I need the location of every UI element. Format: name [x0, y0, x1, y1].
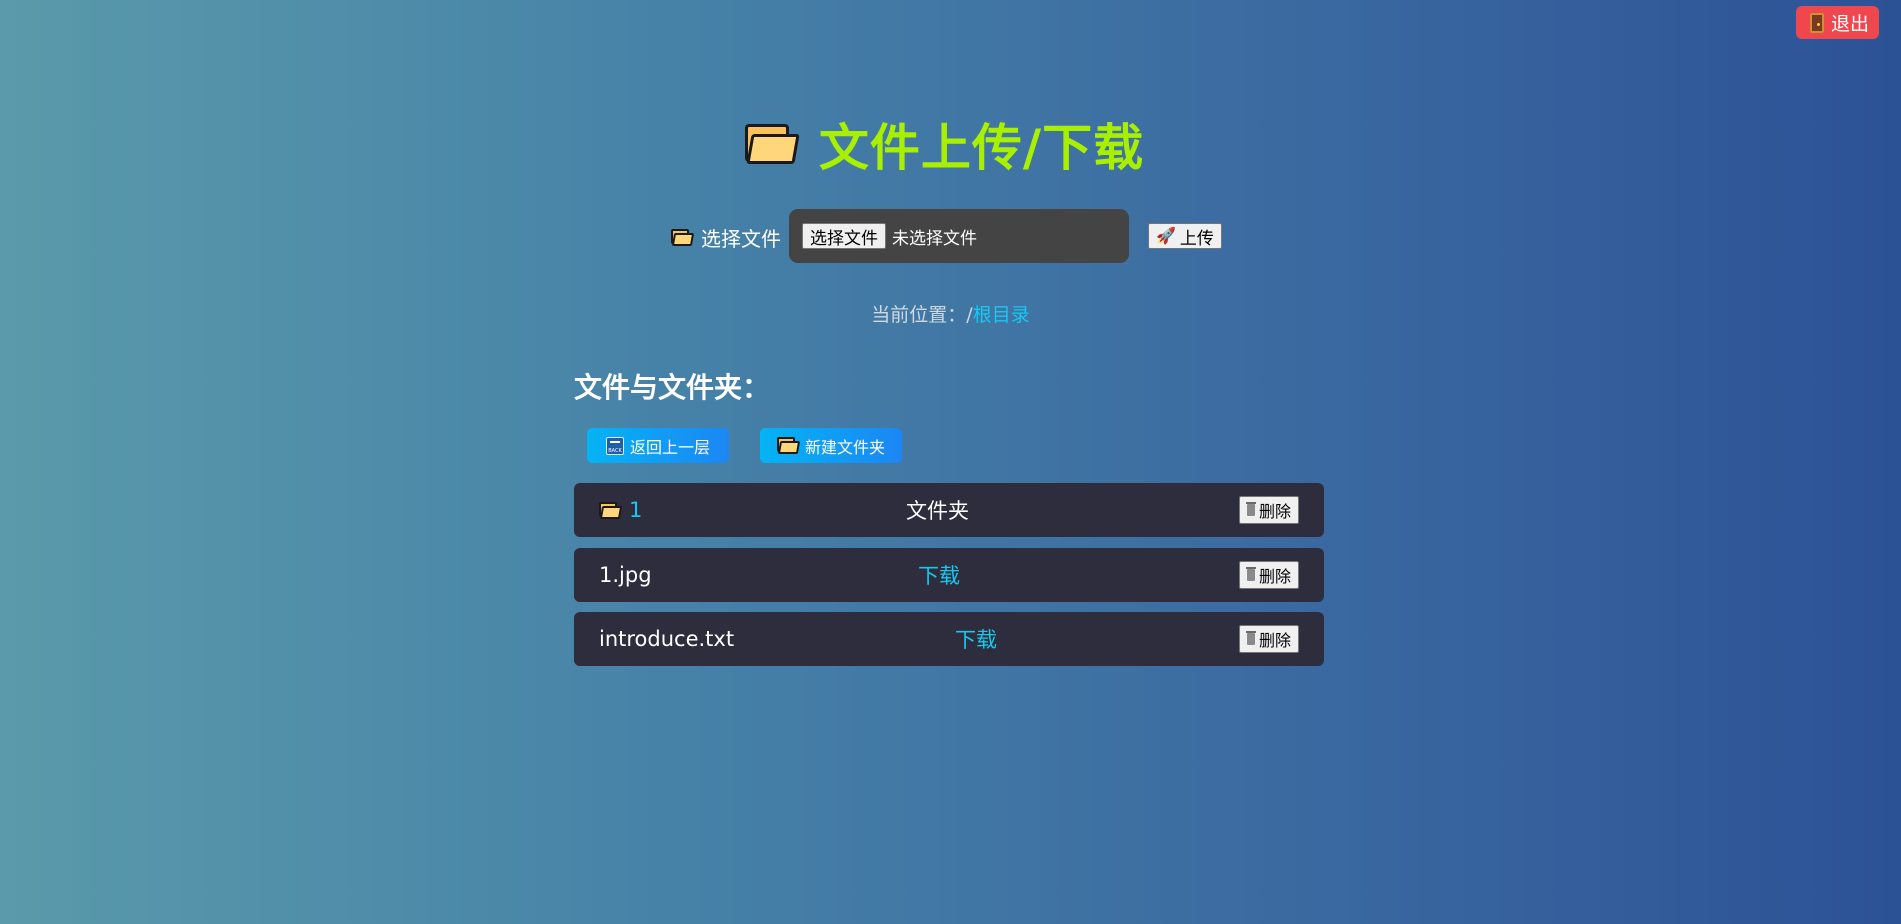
rocket-icon: 🚀	[1156, 226, 1176, 245]
choose-file-label-text: 选择文件	[701, 227, 781, 251]
page-header: 文件上传/下载	[0, 108, 1901, 180]
list-item: 1 文件夹 删除	[574, 483, 1324, 537]
choose-file-button[interactable]: 选择文件	[802, 223, 886, 249]
file-name: 1.jpg	[599, 563, 652, 587]
trash-icon	[1245, 502, 1256, 516]
upload-button-label: 上传	[1179, 228, 1214, 249]
list-item: 1.jpg 下载 删除	[574, 548, 1324, 602]
trash-icon	[1245, 631, 1256, 645]
page-title: 文件上传/下载	[818, 119, 1145, 177]
folder-icon	[744, 124, 800, 164]
delete-button-label: 删除	[1258, 631, 1291, 650]
root-link[interactable]: 根目录	[973, 304, 1030, 326]
new-folder-button[interactable]: 新建文件夹	[760, 428, 902, 463]
choose-file-label: 选择文件	[671, 223, 781, 252]
upload-form: 选择文件 选择文件 未选择文件 🚀 上传	[0, 209, 1901, 263]
folder-icon	[671, 229, 695, 246]
logout-button[interactable]: 退出	[1795, 6, 1879, 39]
list-item: introduce.txt 下载 删除	[574, 612, 1324, 666]
trash-icon	[1245, 567, 1256, 581]
delete-button-label: 删除	[1258, 567, 1291, 586]
file-input: 选择文件 未选择文件	[789, 209, 1129, 263]
file-name: introduce.txt	[599, 627, 735, 651]
breadcrumb: 当前位置：/根目录	[0, 300, 1901, 327]
delete-button[interactable]: 删除	[1238, 496, 1299, 524]
download-link[interactable]: 下载	[918, 548, 960, 602]
back-icon: BACK	[605, 436, 624, 455]
download-link[interactable]: 下载	[955, 612, 997, 666]
folder-link[interactable]: 1	[599, 483, 642, 537]
back-button[interactable]: BACK 返回上一层	[587, 428, 729, 463]
delete-button[interactable]: 删除	[1238, 561, 1299, 589]
folder-icon	[599, 501, 623, 519]
file-type: 文件夹	[906, 499, 969, 523]
delete-button-label: 删除	[1258, 502, 1291, 521]
folder-name: 1	[629, 498, 643, 522]
logout-label: 退出	[1830, 13, 1869, 35]
no-file-text: 未选择文件	[892, 228, 977, 249]
new-folder-button-label: 新建文件夹	[804, 437, 885, 457]
folder-icon	[776, 437, 801, 454]
upload-button[interactable]: 🚀 上传	[1148, 223, 1222, 249]
back-button-label: 返回上一层	[629, 437, 710, 457]
location-prefix: 当前位置：/	[871, 304, 973, 326]
delete-button[interactable]: 删除	[1238, 625, 1299, 653]
door-icon	[1809, 12, 1824, 33]
section-heading: 文件与文件夹：	[574, 371, 771, 404]
